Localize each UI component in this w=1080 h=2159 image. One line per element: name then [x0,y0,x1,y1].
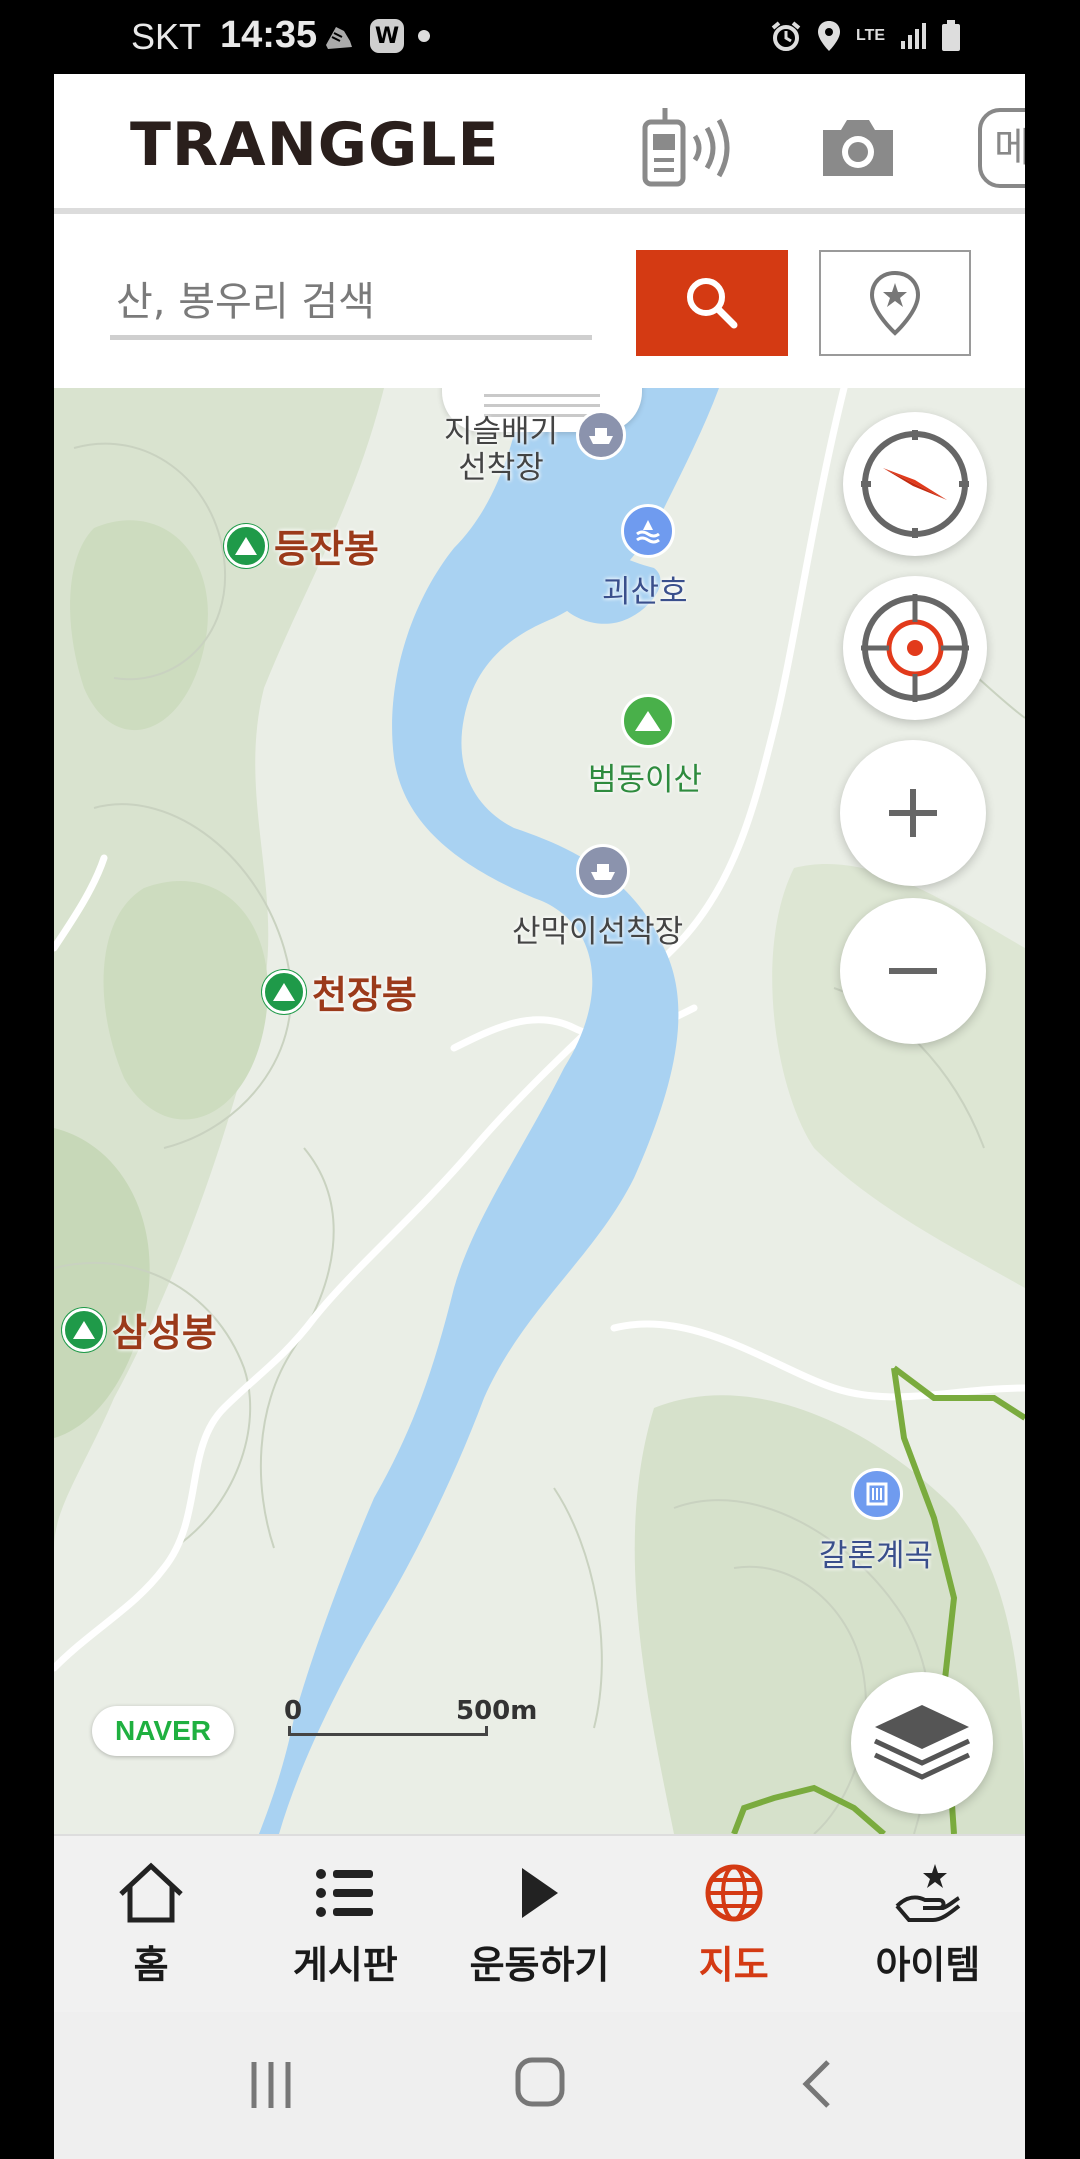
bottom-nav: 홈 게시판 운동하기 지도 아이템 [54,1834,1025,2012]
camera-icon[interactable] [817,114,899,180]
minus-icon [889,968,937,974]
globe-icon [705,1864,763,1922]
search-bar: 산, 봉우리 검색 [54,220,1025,388]
location-icon [818,21,840,51]
back-icon[interactable] [800,2058,834,2110]
signal-icon [901,23,927,49]
zoom-in-button[interactable] [840,740,986,886]
ferry-icon[interactable] [576,844,630,898]
naver-attribution[interactable]: NAVER [92,1706,234,1756]
nav-exercise[interactable]: 운동하기 [442,1836,636,2012]
my-location-button[interactable] [843,576,987,720]
item-hand-icon [895,1864,961,1922]
scale-start: 0 [284,1696,303,1726]
peak-marker[interactable]: 천장봉 [262,964,417,1019]
alarm-icon [771,21,801,51]
system-nav-bar [54,2012,1025,2159]
peak-icon [62,1307,106,1352]
poi-ferry-mid-label[interactable]: 산막이선착장 [512,906,683,951]
walkie-talkie-icon[interactable] [637,104,747,190]
w-app-icon: W [370,19,404,53]
nav-home[interactable]: 홈 [54,1836,248,2012]
compass-button[interactable] [843,412,987,556]
search-input[interactable]: 산, 봉우리 검색 [110,260,592,340]
battery-icon [942,20,961,51]
zoom-out-button[interactable] [840,898,986,1044]
nav-map-label: 지도 [698,1943,769,1987]
notification-icons: W [322,14,430,58]
valley-icon[interactable] [851,1468,903,1520]
poi-valley-label[interactable]: 갈론계곡 [819,1530,933,1575]
shoe-icon [326,27,352,49]
home-system-icon[interactable] [514,2056,566,2108]
compass-icon [861,430,969,538]
system-icons: LTE [770,14,961,58]
peak-label: 삼성봉 [112,1311,217,1355]
nav-items[interactable]: 아이템 [831,1836,1025,2012]
handle-line [484,404,600,407]
ferry-icon[interactable] [576,410,626,460]
nav-board[interactable]: 게시판 [248,1836,442,2012]
poi-ferry-top-label[interactable]: 지슬배기 선착장 [444,414,558,486]
peak-icon [262,969,306,1014]
peak-icon [224,523,268,568]
star-pin-icon [869,270,921,336]
peak-marker[interactable]: 삼성봉 [62,1302,217,1357]
handle-line [484,394,600,397]
app-header: TRANGGLE 메 [54,74,1025,214]
peak-marker[interactable]: 등잔봉 [224,518,379,573]
layers-icon [873,1705,971,1780]
more-notifications-dot [418,30,430,42]
nav-map[interactable]: 지도 [637,1836,831,2012]
mountain-poi-icon[interactable] [621,694,675,748]
peak-label: 등잔봉 [274,527,379,571]
search-icon [687,278,738,329]
nav-exercise-label: 운동하기 [469,1943,610,1987]
target-icon [861,594,969,702]
nav-home-label: 홈 [133,1943,169,1987]
scale-end: 500m [456,1696,538,1726]
clock: 14:35 [220,14,318,56]
scale-bar [288,1726,488,1736]
lake-icon[interactable] [621,504,675,558]
home-icon [119,1862,183,1923]
menu-button[interactable]: 메 [978,108,1025,188]
status-bar: SKT 14:35 W LTE [0,0,1080,74]
recent-apps-icon[interactable] [248,2060,294,2110]
plus-icon [889,789,937,837]
list-icon [316,1869,374,1917]
nav-items-label: 아이템 [875,1943,981,1987]
map-scale: 0 500m [284,1696,537,1736]
app-window: TRANGGLE 메 산, 봉우리 검색 지슬배기 선착장 괴산호 범동이산 산… [54,74,1025,2012]
map-layers-button[interactable] [851,1672,993,1814]
map-view[interactable]: 지슬배기 선착장 괴산호 범동이산 산막이선착장 갈론계곡 등잔봉 천장봉 삼성… [54,388,1025,1834]
poi-lake-label[interactable]: 괴산호 [602,566,688,611]
peak-label: 천장봉 [312,973,417,1017]
tranggle-logo[interactable]: TRANGGLE [130,110,500,180]
carrier-label: SKT [131,16,202,57]
poi-mountain-label[interactable]: 범동이산 [588,754,702,799]
lte-label: LTE [856,27,886,44]
search-button[interactable] [636,250,788,356]
play-icon [521,1868,558,1918]
favorite-location-button[interactable] [819,250,971,356]
nav-board-label: 게시판 [292,1943,398,1987]
